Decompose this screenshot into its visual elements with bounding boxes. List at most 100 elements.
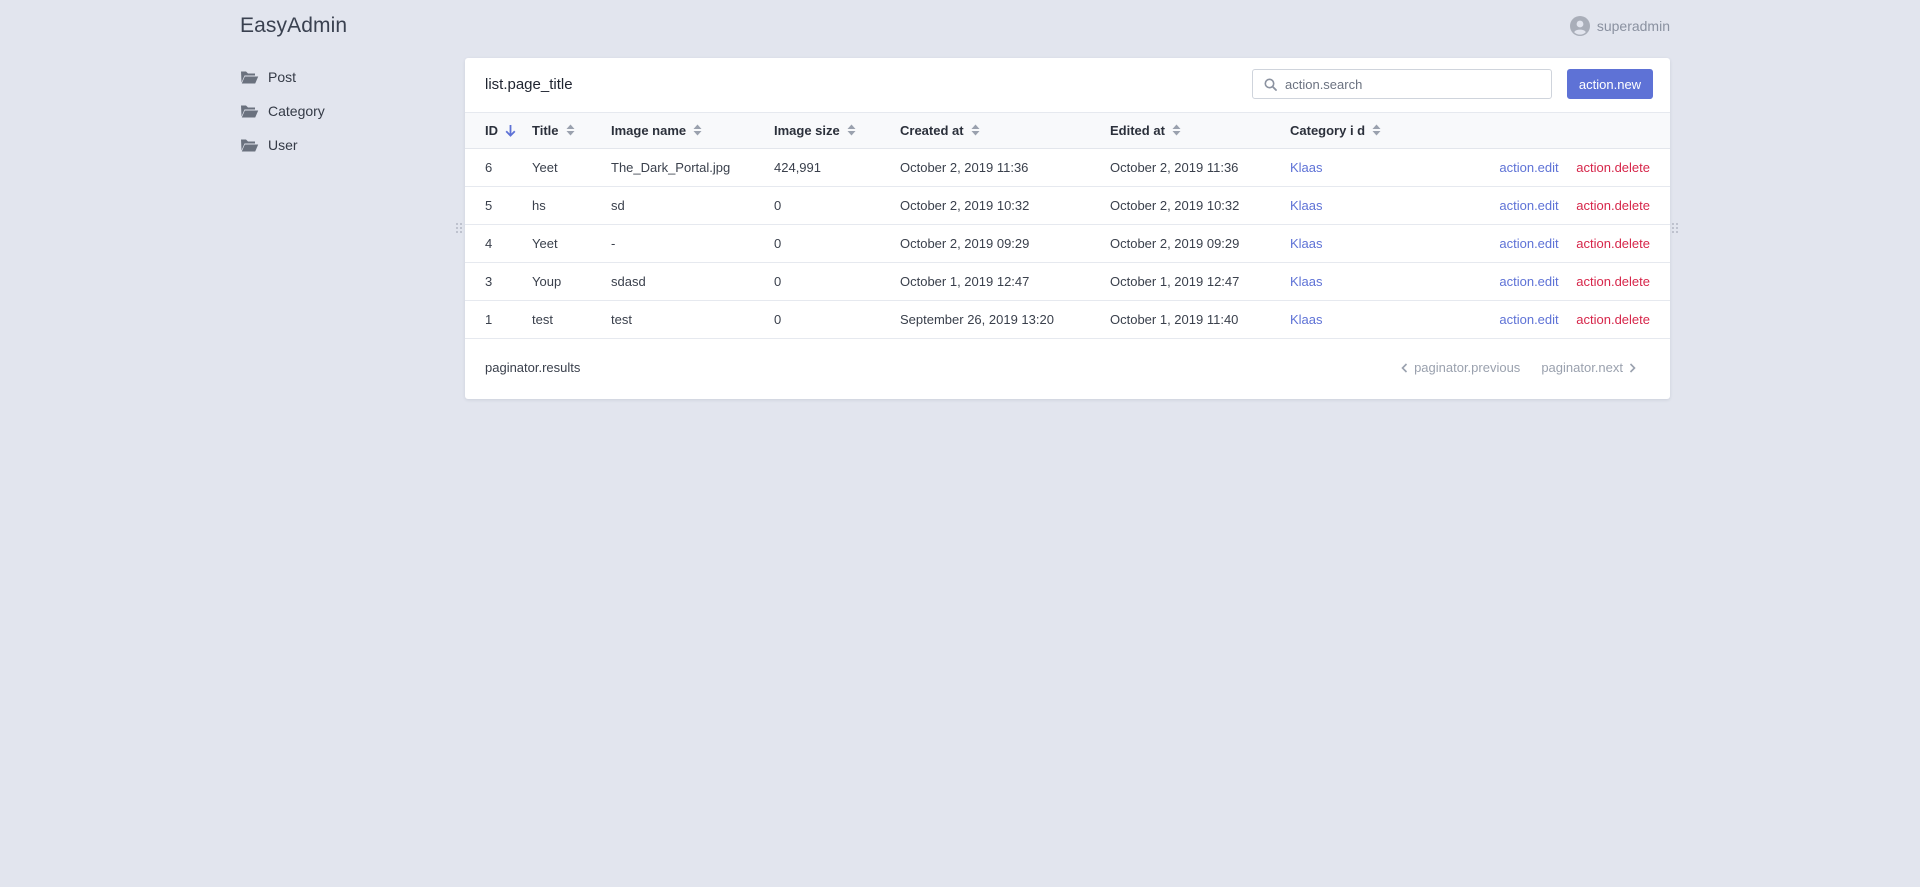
cell-created-at: September 26, 2019 13:20 [900, 311, 1054, 327]
column-header-actions [1450, 113, 1670, 148]
delete-link[interactable]: action.delete [1576, 236, 1650, 251]
user-circle-icon [1569, 16, 1590, 36]
category-link[interactable]: Klaas [1290, 300, 1450, 338]
category-link[interactable]: Klaas [1290, 186, 1450, 224]
brand-title[interactable]: EasyAdmin [240, 14, 347, 38]
table-row: 1 test test 0 September 26, 2019 13:20 O… [465, 300, 1670, 338]
chevron-left-icon [1401, 362, 1408, 373]
column-header-category-id[interactable]: Category i d [1290, 113, 1450, 148]
column-header-title[interactable]: Title [532, 113, 611, 148]
edit-link[interactable]: action.edit [1499, 198, 1558, 213]
row-actions: action.edit action.delete [1450, 262, 1670, 300]
cell-id: 5 [485, 197, 493, 213]
cell-edited-at: October 1, 2019 11:40 [1110, 311, 1239, 327]
cell-created-at: October 1, 2019 12:47 [900, 273, 1030, 289]
page-title: list.page_title [485, 76, 573, 93]
column-label: Edited at [1110, 122, 1165, 138]
cell-edited-at: October 1, 2019 12:47 [1110, 273, 1240, 289]
delete-link[interactable]: action.delete [1576, 274, 1650, 289]
search-box[interactable] [1252, 69, 1552, 99]
sort-icon [971, 124, 980, 136]
column-header-image-name[interactable]: Image name [611, 113, 774, 148]
folder-open-icon [241, 105, 259, 118]
edit-link[interactable]: action.edit [1499, 236, 1558, 251]
row-actions: action.edit action.delete [1450, 300, 1670, 338]
edit-link[interactable]: action.edit [1499, 312, 1558, 327]
search-input[interactable] [1285, 76, 1525, 92]
cell-id: 1 [485, 311, 493, 327]
sort-icon [693, 124, 702, 136]
column-label: Category i d [1290, 122, 1366, 138]
user-menu[interactable]: superadmin [1569, 16, 1670, 36]
chevron-right-icon [1629, 362, 1636, 373]
column-header-created-at[interactable]: Created at [900, 113, 1110, 148]
cell-id: 3 [485, 273, 493, 289]
sidebar: Post Category User [240, 60, 440, 162]
sort-icon [1172, 124, 1181, 136]
row-actions: action.edit action.delete [1450, 148, 1670, 186]
list-footer: paginator.results paginator.previous pag… [465, 339, 1670, 399]
column-label: Created at [900, 122, 964, 138]
user-name: superadmin [1596, 18, 1670, 34]
cell-image-name: test [611, 311, 632, 327]
drag-handle-icon[interactable] [455, 222, 463, 234]
delete-link[interactable]: action.delete [1576, 312, 1650, 327]
cell-created-at: October 2, 2019 09:29 [900, 235, 1030, 251]
cell-title: Youp [532, 273, 562, 289]
column-label: Image name [611, 122, 687, 138]
cell-id: 6 [485, 159, 493, 175]
column-label: ID [485, 122, 498, 138]
sidebar-item-label: Category [268, 103, 325, 119]
previous-page-button[interactable]: paginator.previous [1401, 360, 1520, 375]
column-label: Image size [774, 122, 840, 138]
folder-open-icon [241, 71, 259, 84]
sort-icon [1372, 124, 1381, 136]
cell-title: Yeet [532, 235, 558, 251]
sidebar-item-category[interactable]: Category [240, 94, 440, 128]
sort-icon [847, 124, 856, 136]
table-row: 3 Youp sdasd 0 October 1, 2019 12:47 Oct… [465, 262, 1670, 300]
delete-link[interactable]: action.delete [1576, 160, 1650, 175]
edit-link[interactable]: action.edit [1499, 274, 1558, 289]
sidebar-item-label: User [268, 137, 298, 153]
cell-title: Yeet [532, 159, 558, 175]
sidebar-item-post[interactable]: Post [240, 60, 440, 94]
column-header-image-size[interactable]: Image size [774, 113, 900, 148]
column-label: Title [532, 122, 559, 138]
column-header-id[interactable]: ID [465, 113, 532, 148]
row-actions: action.edit action.delete [1450, 224, 1670, 262]
cell-title: test [532, 311, 553, 327]
category-link[interactable]: Klaas [1290, 148, 1450, 186]
table-row: 4 Yeet - 0 October 2, 2019 09:29 October… [465, 224, 1670, 262]
sort-icon [566, 124, 574, 136]
row-actions: action.edit action.delete [1450, 186, 1670, 224]
table-header-row: ID Title Image name Image size Created a… [465, 113, 1670, 148]
cell-image-name: sd [611, 197, 625, 213]
previous-label: paginator.previous [1414, 360, 1521, 375]
table-row: 6 Yeet The_Dark_Portal.jpg 424,991 Octob… [465, 148, 1670, 186]
column-header-edited-at[interactable]: Edited at [1110, 113, 1290, 148]
cell-image-size: 0 [774, 235, 782, 251]
cell-id: 4 [485, 235, 493, 251]
cell-image-name: sdasd [611, 273, 646, 289]
data-table: ID Title Image name Image size Created a… [465, 113, 1670, 339]
sidebar-item-label: Post [268, 69, 297, 85]
cell-image-size: 424,991 [774, 159, 821, 175]
category-link[interactable]: Klaas [1290, 262, 1450, 300]
edit-link[interactable]: action.edit [1499, 160, 1558, 175]
table-row: 5 hs sd 0 October 2, 2019 10:32 October … [465, 186, 1670, 224]
new-button[interactable]: action.new [1567, 69, 1653, 99]
cell-image-size: 0 [774, 311, 782, 327]
pagination: paginator.previous paginator.next [1401, 360, 1636, 375]
cell-edited-at: October 2, 2019 09:29 [1110, 235, 1240, 251]
cell-image-name: - [611, 235, 616, 251]
drag-handle-icon[interactable] [1671, 222, 1679, 234]
paginator-results: paginator.results [485, 360, 581, 375]
delete-link[interactable]: action.delete [1576, 198, 1650, 213]
category-link[interactable]: Klaas [1290, 224, 1450, 262]
next-label: paginator.next [1541, 360, 1623, 375]
sidebar-item-user[interactable]: User [240, 128, 440, 162]
cell-image-size: 0 [774, 273, 782, 289]
next-page-button[interactable]: paginator.next [1541, 360, 1636, 375]
folder-open-icon [241, 139, 259, 152]
